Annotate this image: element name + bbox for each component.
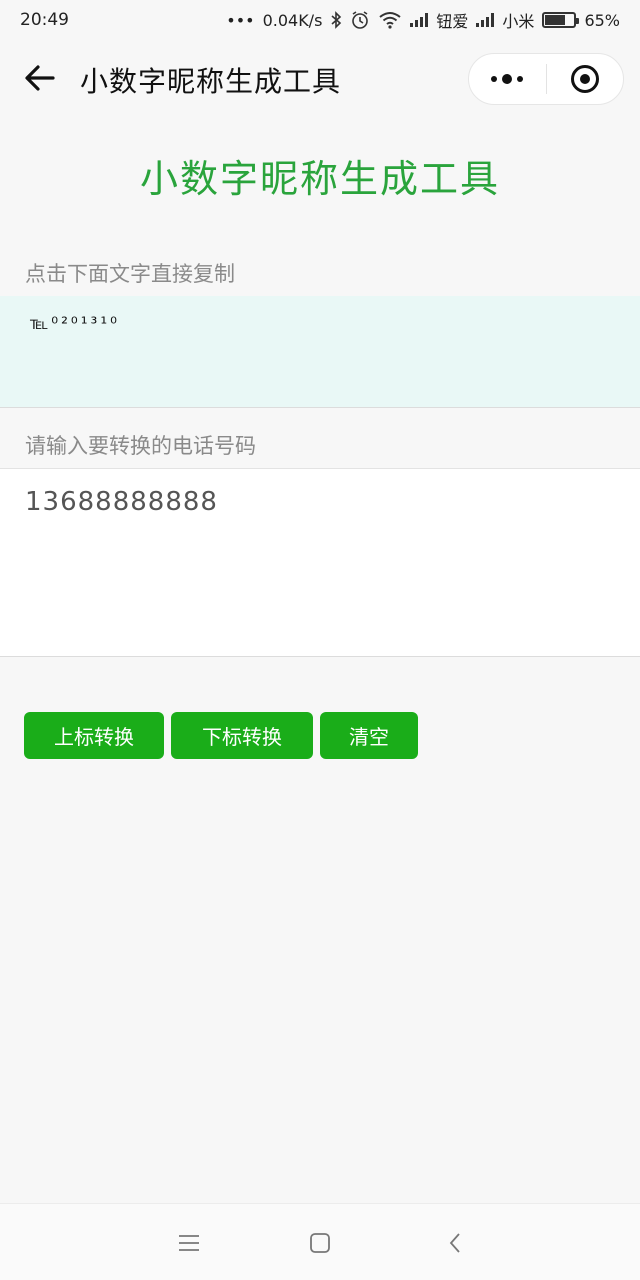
network-speed: 0.04K/s xyxy=(262,10,323,30)
result-text: ℡⁰²⁰¹³¹⁰ xyxy=(30,314,120,334)
status-time: 20:49 xyxy=(20,10,69,30)
close-mini-program-button[interactable] xyxy=(547,54,624,104)
signal-icon-1 xyxy=(410,13,429,27)
nav-bar: 小数字昵称生成工具 xyxy=(0,40,640,120)
phone-input[interactable] xyxy=(25,487,615,638)
menu-key[interactable] xyxy=(174,1228,204,1258)
signal-icon-2 xyxy=(476,13,495,27)
superscript-convert-button[interactable]: 上标转换 xyxy=(24,712,164,759)
target-circle-icon xyxy=(570,65,599,93)
action-buttons: 上标转换 下标转换 清空 xyxy=(24,712,418,759)
battery-icon xyxy=(542,12,580,28)
mini-program-capsule xyxy=(468,53,624,105)
carrier-2: 小米 xyxy=(502,12,535,31)
home-square-icon xyxy=(310,1233,330,1253)
back-arrow-icon xyxy=(25,65,55,91)
home-key[interactable] xyxy=(305,1228,335,1258)
alarm-icon xyxy=(352,11,369,29)
menu-lines-icon xyxy=(179,1235,199,1251)
result-copy-area[interactable]: ℡⁰²⁰¹³¹⁰ xyxy=(0,296,640,408)
copy-hint-label: 点击下面文字直接复制 xyxy=(25,262,235,286)
status-dots: ••• xyxy=(226,10,255,30)
page-heading: 小数字昵称生成工具 xyxy=(139,157,500,201)
status-bar: 20:49 ••• 0.04K/s 钮爱 小米 65% xyxy=(0,0,640,40)
back-button[interactable] xyxy=(20,58,60,98)
nav-title: 小数字昵称生成工具 xyxy=(80,65,342,98)
input-label: 请输入要转换的电话号码 xyxy=(25,434,256,458)
carrier-1: 钮爱 xyxy=(436,12,469,31)
back-key[interactable] xyxy=(440,1228,470,1258)
back-chevron-icon xyxy=(449,1233,460,1253)
wifi-icon xyxy=(379,12,402,29)
phone-input-container xyxy=(0,468,640,657)
more-menu-button[interactable] xyxy=(469,54,546,104)
clear-button[interactable]: 清空 xyxy=(320,712,418,759)
bluetooth-icon xyxy=(331,11,342,29)
more-dots-icon xyxy=(491,74,524,84)
system-nav-bar xyxy=(0,1203,640,1280)
status-indicators: ••• 0.04K/s 钮爱 小米 65% xyxy=(226,8,620,32)
subscript-convert-button[interactable]: 下标转换 xyxy=(171,712,313,759)
battery-percent: 65% xyxy=(584,10,620,30)
